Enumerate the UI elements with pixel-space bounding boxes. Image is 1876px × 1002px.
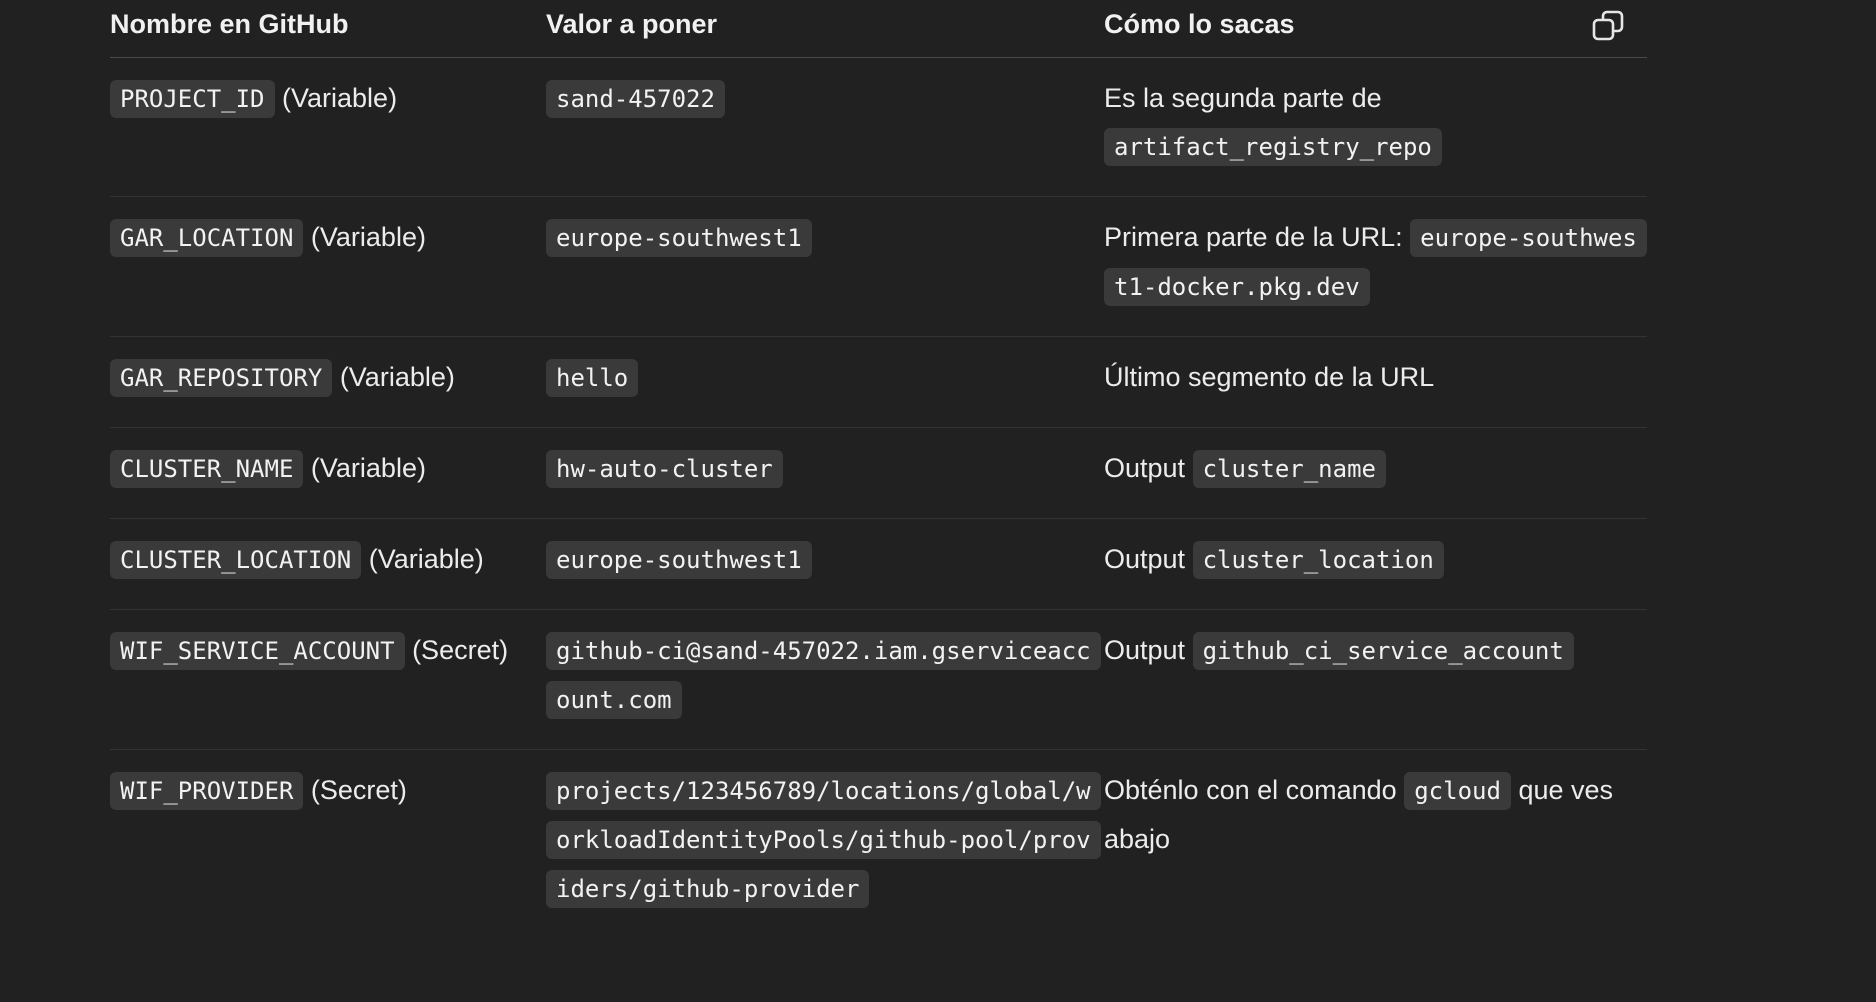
- value-code: projects/123456789/locations/global/work…: [546, 772, 1101, 908]
- variable-name-code: GAR_REPOSITORY: [110, 359, 333, 397]
- value-cell: sand-457022: [546, 57, 1104, 197]
- variable-name-code: CLUSTER_NAME: [110, 450, 304, 488]
- variable-name-code: CLUSTER_LOCATION: [110, 541, 362, 579]
- how-text: Output: [1104, 635, 1186, 665]
- value-code: europe-southwest1: [546, 541, 812, 579]
- value-code: hw-auto-cluster: [546, 450, 783, 488]
- table-row: CLUSTER_NAME (Variable) hw-auto-cluster …: [110, 427, 1647, 519]
- value-cell: europe-southwest1: [546, 196, 1104, 337]
- header-nombre-en-github: Nombre en GitHub: [110, 0, 546, 58]
- variable-type: (Variable): [368, 544, 484, 574]
- variable-name-code: GAR_LOCATION: [110, 219, 304, 257]
- how-cell: Obténlo con el comando gcloud que ves ab…: [1104, 750, 1647, 939]
- name-cell: CLUSTER_LOCATION (Variable): [110, 518, 546, 610]
- name-cell: WIF_PROVIDER (Secret): [110, 750, 546, 939]
- variable-type: (Secret): [412, 635, 509, 665]
- table-row: GAR_REPOSITORY (Variable) hello Último s…: [110, 336, 1647, 428]
- table-row: WIF_SERVICE_ACCOUNT (Secret) github-ci@s…: [110, 609, 1647, 750]
- how-text: Primera parte de la URL:: [1104, 222, 1403, 252]
- how-code: cluster_location: [1192, 541, 1444, 579]
- name-cell: WIF_SERVICE_ACCOUNT (Secret): [110, 609, 546, 750]
- markdown-table-container: Nombre en GitHub Valor a poner Cómo lo s…: [110, 0, 1647, 938]
- value-code: europe-southwest1: [546, 219, 812, 257]
- copy-icon[interactable]: [1591, 9, 1625, 43]
- value-cell: projects/123456789/locations/global/work…: [546, 750, 1104, 939]
- github-variables-table: Nombre en GitHub Valor a poner Cómo lo s…: [110, 0, 1647, 938]
- how-cell: Output cluster_location: [1104, 518, 1647, 610]
- how-code: gcloud: [1404, 772, 1511, 810]
- variable-name-code: WIF_PROVIDER: [110, 772, 304, 810]
- header-valor-a-poner: Valor a poner: [546, 0, 1104, 58]
- variable-type: (Variable): [339, 362, 455, 392]
- how-cell: Primera parte de la URL: europe-southwes…: [1104, 196, 1647, 337]
- how-text: Es la segunda parte de: [1104, 83, 1382, 113]
- table-row: WIF_PROVIDER (Secret) projects/123456789…: [110, 750, 1647, 939]
- table-row: PROJECT_ID (Variable) sand-457022 Es la …: [110, 57, 1647, 197]
- value-cell: hw-auto-cluster: [546, 427, 1104, 519]
- how-code: cluster_name: [1192, 450, 1386, 488]
- table-row: CLUSTER_LOCATION (Variable) europe-south…: [110, 518, 1647, 610]
- value-code: github-ci@sand-457022.iam.gserviceaccoun…: [546, 632, 1101, 719]
- value-cell: europe-southwest1: [546, 518, 1104, 610]
- how-text: Último segmento de la URL: [1104, 362, 1435, 392]
- how-cell: Último segmento de la URL: [1104, 336, 1647, 428]
- how-code: artifact_registry_repo: [1104, 128, 1442, 166]
- how-cell: Es la segunda parte de artifact_registry…: [1104, 57, 1647, 197]
- variable-name-code: WIF_SERVICE_ACCOUNT: [110, 632, 405, 670]
- value-code: hello: [546, 359, 639, 397]
- how-text: Obténlo con el comando: [1104, 775, 1397, 805]
- value-cell: github-ci@sand-457022.iam.gserviceaccoun…: [546, 609, 1104, 750]
- variable-name-code: PROJECT_ID: [110, 80, 275, 118]
- table-header-row: Nombre en GitHub Valor a poner Cómo lo s…: [110, 0, 1647, 58]
- variable-type: (Variable): [282, 83, 398, 113]
- how-cell: Output github_ci_service_account: [1104, 609, 1647, 750]
- variable-type: (Variable): [310, 222, 426, 252]
- header-como-lo-sacas: Cómo lo sacas: [1104, 0, 1647, 58]
- how-code: github_ci_service_account: [1192, 632, 1574, 670]
- variable-type: (Secret): [310, 775, 407, 805]
- variable-type: (Variable): [310, 453, 426, 483]
- how-cell: Output cluster_name: [1104, 427, 1647, 519]
- name-cell: GAR_REPOSITORY (Variable): [110, 336, 546, 428]
- value-code: sand-457022: [546, 80, 725, 118]
- name-cell: GAR_LOCATION (Variable): [110, 196, 546, 337]
- value-cell: hello: [546, 336, 1104, 428]
- how-text: Output: [1104, 544, 1186, 574]
- name-cell: PROJECT_ID (Variable): [110, 57, 546, 197]
- table-row: GAR_LOCATION (Variable) europe-southwest…: [110, 196, 1647, 337]
- how-text: Output: [1104, 453, 1186, 483]
- name-cell: CLUSTER_NAME (Variable): [110, 427, 546, 519]
